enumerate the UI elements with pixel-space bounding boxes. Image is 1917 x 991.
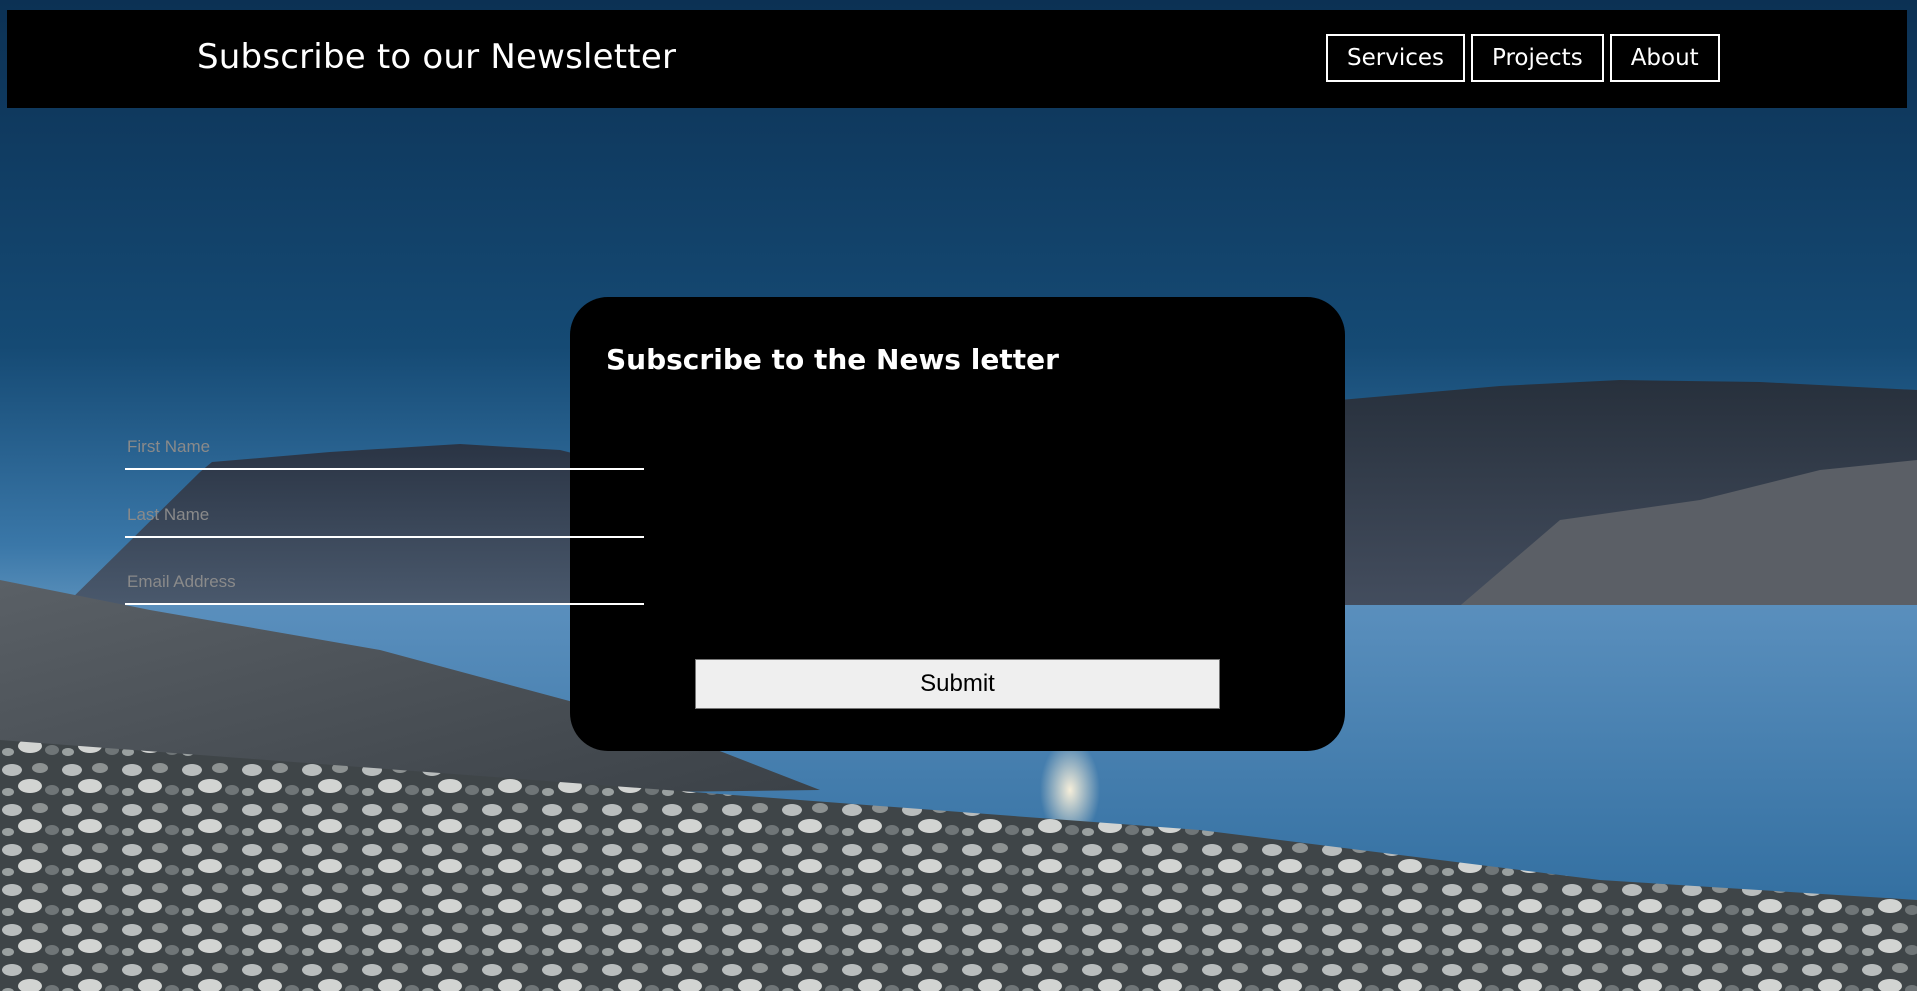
submit-button[interactable]: Submit <box>695 659 1220 709</box>
last-name-input[interactable] <box>125 494 644 538</box>
nav-services-button[interactable]: Services <box>1326 34 1465 82</box>
page: Subscribe to our Newsletter Services Pro… <box>0 0 1917 991</box>
header-bar: Subscribe to our Newsletter Services Pro… <box>7 10 1907 108</box>
nav-projects-button[interactable]: Projects <box>1471 34 1604 82</box>
first-name-input[interactable] <box>125 426 644 470</box>
subscribe-form-card: Subscribe to the News letter Submit <box>570 297 1345 751</box>
main-nav: Services Projects About <box>1326 34 1720 82</box>
email-input[interactable] <box>125 561 644 605</box>
site-title: Subscribe to our Newsletter <box>197 37 677 77</box>
form-title: Subscribe to the News letter <box>606 343 1059 376</box>
nav-about-button[interactable]: About <box>1609 34 1720 82</box>
